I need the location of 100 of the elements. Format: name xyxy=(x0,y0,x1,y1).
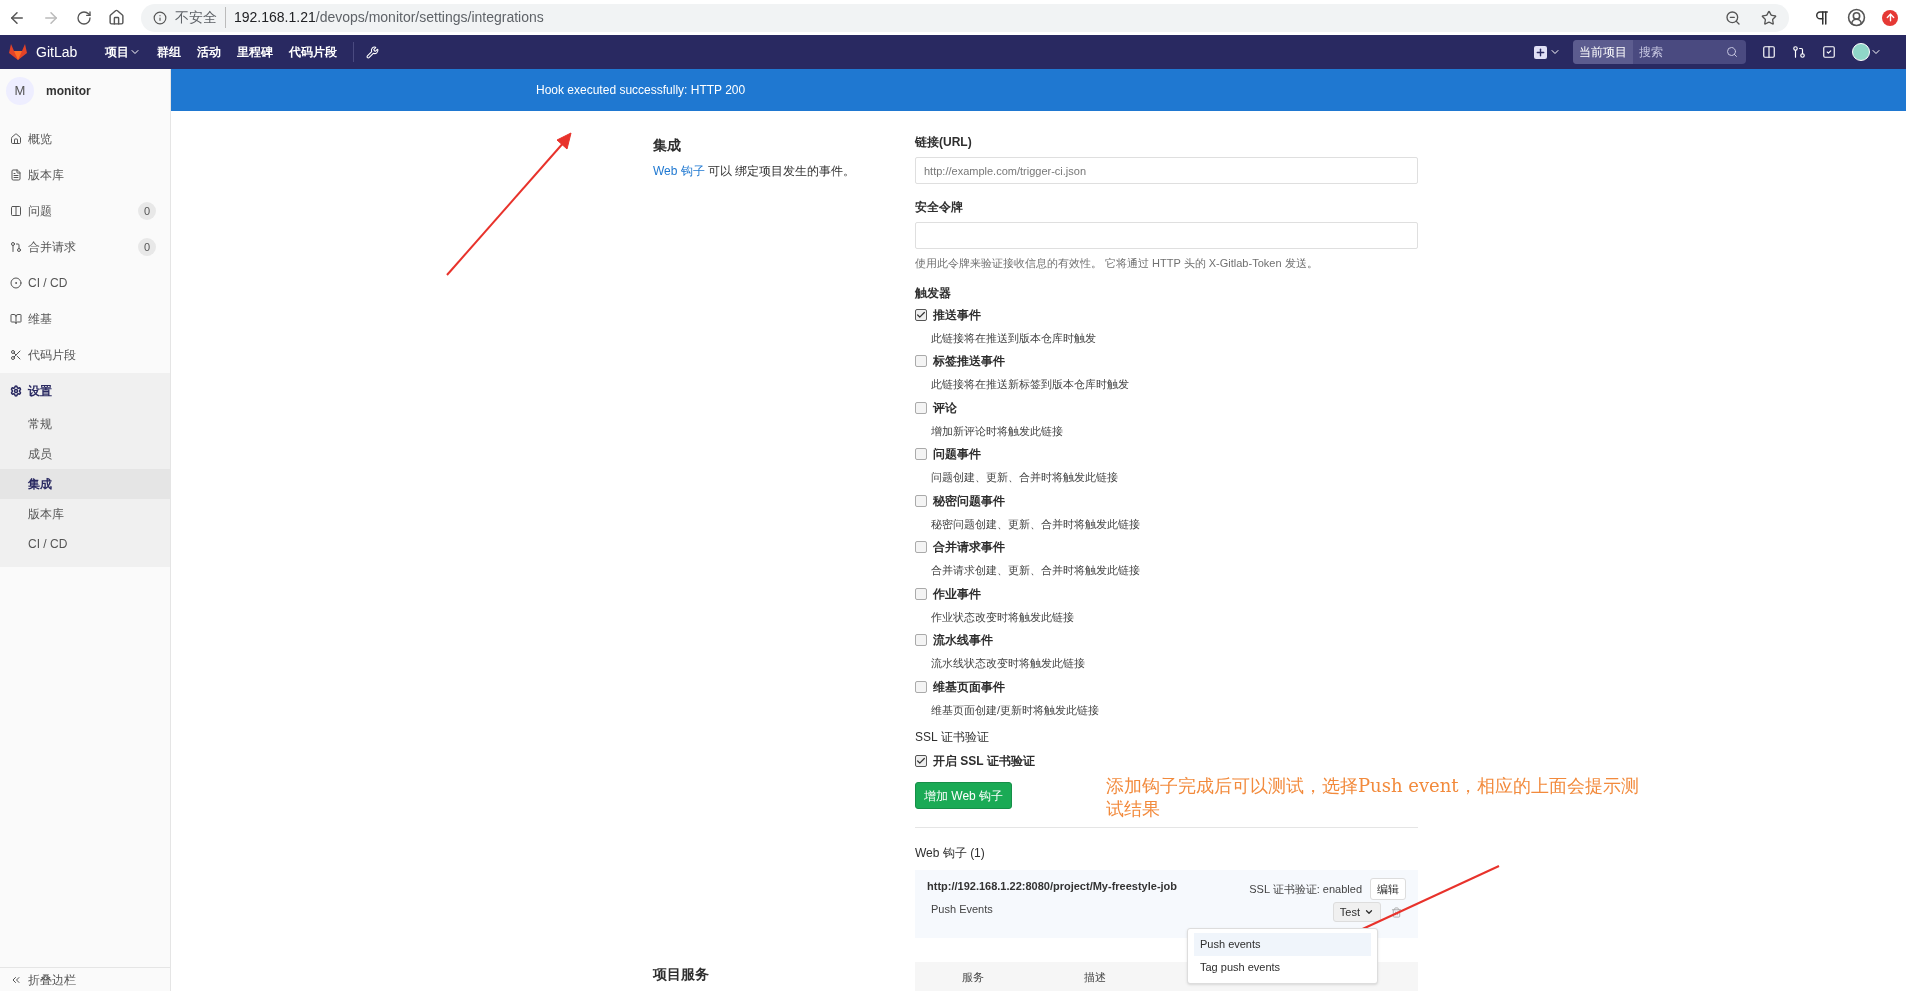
trigger-label[interactable]: 问题事件 xyxy=(933,445,981,463)
star-icon[interactable] xyxy=(1761,9,1777,26)
trigger-description: 问题创建、更新、合并时将触发此链接 xyxy=(930,470,1119,485)
plus-icon xyxy=(1534,45,1547,59)
search-scope: 当前项目 xyxy=(1573,40,1633,64)
sidebar-item-icon xyxy=(10,277,22,289)
security-label: 不安全 xyxy=(175,7,226,28)
token-input[interactable] xyxy=(915,222,1418,249)
caret-icon xyxy=(1364,907,1374,917)
account-icon[interactable] xyxy=(1847,8,1866,27)
update-icon[interactable] xyxy=(1882,9,1898,26)
trigger-description: 合并请求创建、更新、合并时将触发此链接 xyxy=(930,563,1141,578)
ssl-option-label[interactable]: 开启 SSL 证书验证 xyxy=(933,752,1035,770)
sidebar-item-icon xyxy=(10,205,22,217)
check-icon xyxy=(916,309,926,320)
new-menu-button[interactable] xyxy=(1534,45,1561,59)
section-title: 集成 xyxy=(653,136,682,155)
extension-icon[interactable] xyxy=(1813,8,1831,27)
sidebar-item-icon xyxy=(10,169,22,181)
trigger-label[interactable]: 流水线事件 xyxy=(933,631,993,649)
checkbox[interactable] xyxy=(915,355,927,367)
test-button[interactable]: Test xyxy=(1332,902,1381,922)
checkbox[interactable] xyxy=(915,587,927,600)
sidebar-item-icon xyxy=(10,133,22,145)
count-badge: 0 xyxy=(137,201,156,221)
sidebar-item[interactable]: 概览 xyxy=(0,121,170,157)
search-box[interactable]: 当前项目 搜索 xyxy=(1573,40,1746,64)
trigger-description: 秘密问题创建、更新、合并时将触发此链接 xyxy=(930,516,1141,532)
flash-banner: Hook executed successfully: HTTP 200 xyxy=(171,69,1906,111)
webhook-events: Push Events xyxy=(930,901,994,917)
checkbox[interactable] xyxy=(915,494,927,507)
url-text: 192.168.1.21/devops/monitor/settings/integrations xyxy=(234,8,544,27)
collapse-sidebar-button[interactable]: 折叠边栏 xyxy=(0,967,170,991)
trigger-description: 此链接将在推送到版本仓库时触发 xyxy=(930,330,1097,346)
brand-name[interactable]: GitLab xyxy=(36,41,78,63)
trigger-label[interactable]: 推送事件 xyxy=(933,305,981,324)
search-input[interactable]: 搜索 xyxy=(1633,43,1726,61)
sidebar-subitem[interactable]: 集成 xyxy=(0,469,170,499)
menu-item[interactable]: Tag push events xyxy=(1194,956,1371,979)
checkbox[interactable] xyxy=(915,755,927,767)
trigger-label[interactable]: 合并请求事件 xyxy=(933,538,1005,556)
count-badge: 0 xyxy=(137,237,156,257)
checkbox[interactable] xyxy=(915,308,927,321)
section-description: Web 钩子 可以 绑定项目发生的事件。 xyxy=(653,163,857,180)
wrench-icon[interactable] xyxy=(366,45,380,59)
merge-request-icon[interactable] xyxy=(1792,45,1806,59)
nav-link[interactable]: 群组 xyxy=(157,43,182,61)
trigger-description: 增加新评论时将触发此链接 xyxy=(930,423,1064,439)
avatar-icon[interactable] xyxy=(1852,43,1870,61)
sidebar-subitem[interactable]: 常规 xyxy=(0,409,170,439)
field-label: 触发器 xyxy=(915,284,952,302)
url-input[interactable]: http://example.com/trigger-ci.json xyxy=(915,157,1418,184)
annotation-text: 添加钩子完成后可以测试，选择Push event，相应的上面会提示测试结果 xyxy=(1106,774,1640,820)
delete-icon[interactable] xyxy=(1391,906,1402,918)
sidebar-item-icon xyxy=(10,241,22,253)
webhook-url: http://192.168.1.22:8080/project/My-freestyle-job xyxy=(927,879,1179,894)
issues-icon[interactable] xyxy=(1762,45,1776,59)
sidebar-item[interactable]: 设置 xyxy=(0,373,170,409)
webhook-link[interactable]: Web 钩子 xyxy=(653,164,705,178)
checkbox[interactable] xyxy=(915,401,927,414)
trigger-label[interactable]: 作业事件 xyxy=(933,584,981,603)
address-bar[interactable]: 不安全 192.168.1.21/devops/monitor/settings/integrations xyxy=(141,3,1789,32)
sidebar-subitem[interactable]: CI / CD xyxy=(0,529,170,559)
nav-link[interactable]: 项目 xyxy=(105,43,142,61)
column-header: 描述 xyxy=(1084,969,1106,985)
todo-icon[interactable] xyxy=(1822,45,1836,59)
checkbox[interactable] xyxy=(915,448,927,460)
nav-link[interactable]: 代码片段 xyxy=(289,43,338,61)
project-name[interactable]: monitor xyxy=(46,82,91,100)
sidebar-subitem[interactable]: 成员 xyxy=(0,439,170,469)
edit-button[interactable]: 编辑 xyxy=(1370,878,1406,900)
ssl-status: SSL 证书验证: enabled xyxy=(1249,881,1362,897)
trigger-description: 此链接将在推送新标签到版本仓库时触发 xyxy=(930,377,1130,392)
checkbox[interactable] xyxy=(915,541,927,553)
sidebar-item[interactable]: 合并请求 0 xyxy=(0,229,170,265)
check-icon xyxy=(916,756,926,766)
sidebar-item[interactable]: CI / CD xyxy=(0,265,170,301)
fox-logo-icon[interactable] xyxy=(8,43,28,61)
trigger-label[interactable]: 秘密问题事件 xyxy=(933,491,1005,510)
trigger-description: 维基页面创建/更新时将触发此链接 xyxy=(930,702,1101,718)
checkbox[interactable] xyxy=(915,680,927,693)
nav-link[interactable]: 活动 xyxy=(197,43,222,61)
sidebar-item[interactable]: 维基 xyxy=(0,301,170,337)
trigger-label[interactable]: 评论 xyxy=(933,398,957,417)
reload-icon[interactable] xyxy=(76,9,92,26)
sidebar-item[interactable]: 问题 0 xyxy=(0,193,170,229)
services-title: 项目服务 xyxy=(653,965,709,984)
zoom-icon[interactable] xyxy=(1725,9,1741,26)
trigger-label[interactable]: 标签推送事件 xyxy=(933,352,1005,370)
trigger-description: 流水线状态改变时将触发此链接 xyxy=(930,656,1086,671)
search-icon xyxy=(1726,46,1738,58)
trigger-label[interactable]: 维基页面事件 xyxy=(933,677,1005,696)
home-icon[interactable] xyxy=(108,9,125,26)
nav-link[interactable]: 里程碑 xyxy=(237,43,274,61)
help-text: 使用此令牌来验证接收信息的有效性。 它将通过 HTTP 头的 X-Gitlab-Token 发送。 xyxy=(915,256,1319,271)
sidebar-item[interactable]: 代码片段 xyxy=(0,337,170,373)
sidebar-subitem[interactable]: 版本库 xyxy=(0,499,170,529)
checkbox[interactable] xyxy=(915,634,927,646)
sidebar-item[interactable]: 版本库 xyxy=(0,157,170,193)
menu-item[interactable]: Push events xyxy=(1194,933,1371,956)
